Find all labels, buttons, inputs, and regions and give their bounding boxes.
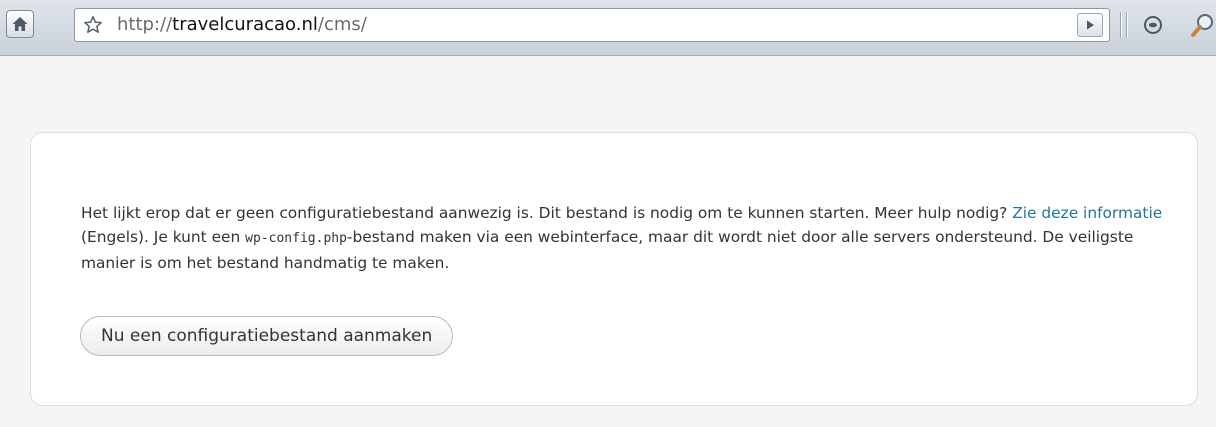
url-prefix: http:// — [117, 14, 173, 35]
browser-toolbar: http://travelcuracao.nl/cms/ — [0, 0, 1216, 56]
info-link[interactable]: Zie deze informatie — [1012, 204, 1162, 222]
play-arrow-icon — [1084, 16, 1096, 35]
url-path: /cms/ — [317, 14, 367, 35]
message-text-after-link: (Engels). Je kunt een — [81, 228, 246, 246]
config-filename: wp-config.php — [245, 231, 347, 246]
missing-config-message: Het lijkt erop dat er geen configuratieb… — [81, 201, 1171, 275]
toolbar-separator — [1126, 12, 1128, 38]
url-domain: travelcuracao.nl — [172, 14, 318, 35]
home-button[interactable] — [6, 10, 34, 38]
create-config-button[interactable]: Nu een configuratiebestand aanmaken — [80, 316, 454, 356]
toolbar-separator — [1120, 12, 1122, 38]
address-bar[interactable]: http://travelcuracao.nl/cms/ — [74, 8, 1110, 42]
home-icon — [11, 15, 29, 33]
message-text-before-link: Het lijkt erop dat er geen configuratieb… — [81, 204, 1013, 222]
puzzle-extension-icon[interactable] — [1140, 12, 1166, 38]
setup-config-card: Het lijkt erop dat er geen configuratieb… — [30, 132, 1198, 406]
go-button[interactable] — [1077, 13, 1103, 37]
url-text[interactable]: http://travelcuracao.nl/cms/ — [117, 15, 367, 35]
magnifier-icon[interactable] — [1190, 12, 1216, 38]
star-icon[interactable] — [81, 14, 105, 36]
